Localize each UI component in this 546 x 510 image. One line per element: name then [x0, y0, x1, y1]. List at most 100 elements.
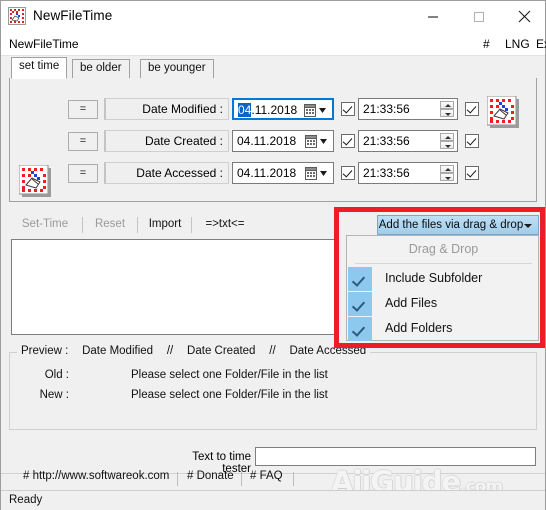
- link-divider: [293, 472, 294, 486]
- reset-button[interactable]: Reset: [87, 215, 133, 235]
- import-button[interactable]: Import: [142, 215, 188, 235]
- set-time-button[interactable]: Set-Time: [17, 215, 73, 235]
- time-spinner-created[interactable]: [440, 133, 454, 149]
- time-modified-input[interactable]: 21:33:56: [358, 98, 458, 120]
- file-list[interactable]: [11, 239, 338, 335]
- calendar-dropdown-button[interactable]: [303, 103, 329, 118]
- preview-legend-created: Date Created: [187, 345, 256, 357]
- calendar-dropdown-button[interactable]: [304, 134, 330, 149]
- maximize-button[interactable]: [456, 1, 502, 32]
- drag-drop-grid-icon-left[interactable]: [18, 164, 51, 197]
- preview-legend-sep2: //: [269, 345, 276, 357]
- spinner-down-icon: [440, 141, 454, 149]
- date-modified-input[interactable]: 04.11.2018: [232, 98, 334, 120]
- menu-item-include-subfolder[interactable]: Include Subfolder: [347, 267, 538, 291]
- date-created-row: = Date Created : 04.11.2018 21:33:56: [10, 129, 538, 155]
- chevron-down-icon: [524, 224, 532, 228]
- app-clock-grid-icon: [8, 7, 26, 25]
- spinner-up-icon: [440, 165, 454, 173]
- preview-legend-accessed: Date Accessed: [289, 345, 367, 357]
- link-divider: [177, 472, 178, 486]
- export-txt-button[interactable]: =>txt<=: [197, 215, 253, 235]
- checkmark-column: [348, 317, 372, 341]
- date-rest: 04.11.2018: [237, 166, 297, 180]
- menu-item-label: Add Folders: [385, 321, 453, 335]
- calendar-icon: [304, 104, 326, 117]
- link-donate[interactable]: # Donate: [187, 470, 234, 482]
- maximize-icon: [473, 11, 485, 23]
- spinner-down-icon: [440, 173, 454, 181]
- date-created-checkbox[interactable]: [341, 134, 355, 148]
- checkmark-column: [348, 292, 372, 316]
- time-spinner-modified[interactable]: [440, 101, 454, 117]
- preview-legend: Preview : Date Modified // Date Created …: [17, 345, 371, 357]
- date-rest: 04.11.2018: [237, 134, 297, 148]
- time-created-value: 21:33:56: [363, 134, 410, 148]
- action-toolbar: Set-Time Reset Import =>txt<=: [9, 215, 339, 237]
- add-files-dropdown-button[interactable]: Add the files via drag & drop: [377, 215, 539, 235]
- newfiletime-window: NewFileTime NewFileTime # LNG Exit set t…: [0, 0, 546, 510]
- date-created-input[interactable]: 04.11.2018: [232, 130, 334, 152]
- spinner-down-icon: [440, 109, 454, 117]
- menu-item-exit[interactable]: Exit: [536, 37, 546, 51]
- minimize-icon: [428, 16, 438, 18]
- drag-drop-menu-header: Drag & Drop: [408, 242, 479, 256]
- calendar-icon: [305, 167, 327, 180]
- date-selection: 04: [238, 103, 252, 117]
- menu-item-hash[interactable]: #: [483, 37, 490, 51]
- preview-old-label: Old :: [44, 369, 69, 381]
- date-modified-checkbox[interactable]: [341, 102, 355, 116]
- equals-button-accessed[interactable]: =: [68, 164, 98, 183]
- menu-divider: [355, 263, 532, 264]
- calendar-icon: [305, 135, 327, 148]
- preview-legend-prefix: Preview :: [21, 345, 69, 357]
- time-tester-input[interactable]: [255, 447, 536, 466]
- check-icon: [351, 273, 366, 287]
- date-accessed-checkbox[interactable]: [341, 166, 355, 180]
- set-time-panel: = Date Modified : 04.11.2018 21:33:56 = …: [9, 78, 537, 202]
- link-website[interactable]: # http://www.softwareok.com: [23, 470, 169, 482]
- close-button[interactable]: [502, 1, 546, 32]
- menu-item-newfiletime[interactable]: NewFileTime: [9, 37, 79, 51]
- status-text: Ready: [9, 494, 43, 506]
- equals-button-modified[interactable]: =: [68, 100, 98, 119]
- time-modified-checkbox[interactable]: [465, 102, 479, 116]
- date-modified-row: = Date Modified : 04.11.2018 21:33:56: [10, 97, 538, 123]
- link-faq[interactable]: # FAQ: [250, 470, 283, 482]
- preview-legend-sep1: //: [166, 345, 174, 357]
- link-divider: [241, 472, 242, 486]
- date-rest: .11.2018: [251, 103, 298, 117]
- drag-drop-menu: Drag & Drop Include Subfolder Add Files …: [346, 235, 539, 341]
- calendar-dropdown-button[interactable]: [304, 166, 330, 181]
- date-accessed-row: = Date Accessed : 04.11.2018 21:33:56: [10, 161, 538, 187]
- status-bar: Ready: [1, 490, 545, 510]
- tab-be-older[interactable]: be older: [72, 59, 130, 79]
- date-created-label: Date Created :: [104, 130, 229, 152]
- drag-drop-grid-icon-top[interactable]: [486, 95, 519, 128]
- add-files-dropdown-label: Add the files via drag & drop: [378, 219, 524, 231]
- menu-item-lng[interactable]: LNG: [505, 37, 530, 51]
- close-icon: [518, 10, 531, 23]
- date-modified-label: Date Modified :: [104, 98, 229, 120]
- time-created-input[interactable]: 21:33:56: [358, 130, 458, 152]
- minimize-button[interactable]: [410, 1, 456, 32]
- preview-legend-modified: Date Modified: [82, 345, 154, 357]
- checkmark-column: [348, 267, 372, 291]
- toolbar-divider: [137, 217, 138, 233]
- time-accessed-checkbox[interactable]: [465, 166, 479, 180]
- toolbar-divider: [82, 217, 83, 233]
- date-accessed-input[interactable]: 04.11.2018: [232, 162, 334, 184]
- time-created-checkbox[interactable]: [465, 134, 479, 148]
- time-accessed-value: 21:33:56: [363, 166, 410, 180]
- menu-item-label: Include Subfolder: [385, 271, 483, 285]
- check-icon: [351, 323, 366, 337]
- time-spinner-accessed[interactable]: [440, 165, 454, 181]
- menu-item-label: Add Files: [385, 296, 438, 310]
- tab-set-time[interactable]: set time: [11, 57, 68, 79]
- date-accessed-label: Date Accessed :: [104, 162, 229, 184]
- time-accessed-input[interactable]: 21:33:56: [358, 162, 458, 184]
- equals-button-created[interactable]: =: [68, 132, 98, 151]
- menu-item-add-files[interactable]: Add Files: [347, 292, 538, 316]
- menu-item-add-folders[interactable]: Add Folders: [347, 317, 538, 341]
- tab-be-younger[interactable]: be younger: [140, 59, 214, 79]
